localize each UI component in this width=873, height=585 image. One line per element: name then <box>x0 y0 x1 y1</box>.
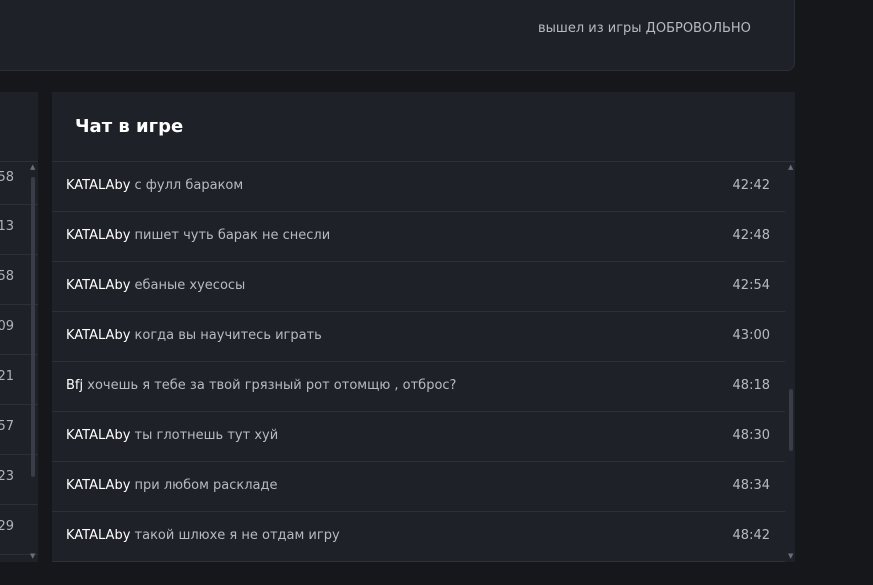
message-time: 48:18 <box>732 378 770 393</box>
chat-message: KATALAby с фулл бараком 42:42 <box>52 162 785 212</box>
message-text: когда вы научитесь играть <box>134 328 322 343</box>
message-time: 48:30 <box>732 428 770 443</box>
chat-message: KATALAby при любом раскладе 48:34 <box>52 462 785 512</box>
message-text: такой шлюхе я не отдам игру <box>134 528 340 543</box>
message-time: 42:54 <box>732 278 770 293</box>
left-row-value: 21 <box>0 369 14 384</box>
chat-scrollbar[interactable]: ▲ ▼ <box>787 162 795 562</box>
left-row-value: 13 <box>0 219 14 234</box>
message-author[interactable]: KATALAby <box>66 478 130 493</box>
left-row-value: 58 <box>0 170 14 185</box>
scroll-down-arrow-icon[interactable]: ▼ <box>30 553 35 560</box>
chat-message-list: KATALAby с фулл бараком 42:42 KATALAby п… <box>52 162 785 562</box>
left-row-value: 58 <box>0 269 14 284</box>
message-time: 43:00 <box>732 328 770 343</box>
message-text: ебаные хуесосы <box>134 278 246 293</box>
message-author[interactable]: KATALAby <box>66 528 130 543</box>
chat-message: KATALAby ебаные хуесосы 42:54 <box>52 262 785 312</box>
chat-scrollbar-thumb[interactable] <box>789 389 793 451</box>
message-time: 42:42 <box>732 178 770 193</box>
chat-message: KATALAby такой шлюхе я не отдам игру 48:… <box>52 512 785 562</box>
scroll-up-arrow-icon[interactable]: ▲ <box>30 164 35 171</box>
left-scrollbar[interactable]: ▲ ▼ <box>30 162 36 562</box>
left-list-panel: 58 13 58 09 21 57 23 29 ▲ ▼ <box>0 92 38 562</box>
chat-title: Чат в игре <box>75 116 184 137</box>
left-panel-header <box>0 92 38 162</box>
message-author[interactable]: KATALAby <box>66 278 130 293</box>
chat-message: KATALAby когда вы научитесь играть 43:00 <box>52 312 785 362</box>
message-time: 48:34 <box>732 478 770 493</box>
chat-message: KATALAby ты глотнешь тут хуй 48:30 <box>52 412 785 462</box>
message-text: хочешь я тебе за твой грязный рот отомщю… <box>87 378 457 393</box>
message-text: при любом раскладе <box>134 478 278 493</box>
chat-message: KATALAby пишет чуть барак не снесли 42:4… <box>52 212 785 262</box>
scroll-up-arrow-icon[interactable]: ▲ <box>788 164 793 171</box>
message-author[interactable]: KATALAby <box>66 328 130 343</box>
scroll-down-arrow-icon[interactable]: ▼ <box>788 553 793 560</box>
left-row-value: 23 <box>0 469 14 484</box>
player-status-panel: вышел из игры ДОБРОВОЛЬНО <box>0 0 795 71</box>
message-author[interactable]: Bfj <box>66 378 83 393</box>
game-chat-panel: Чат в игре KATALAby с фулл бараком 42:42… <box>52 92 795 562</box>
message-text: ты глотнешь тут хуй <box>134 428 279 443</box>
message-text: пишет чуть барак не снесли <box>134 228 331 243</box>
message-text: с фулл бараком <box>134 178 244 193</box>
chat-message: Bfj хочешь я тебе за твой грязный рот от… <box>52 362 785 412</box>
left-row-value: 29 <box>0 519 14 534</box>
left-row-value: 57 <box>0 419 14 434</box>
message-time: 42:48 <box>732 228 770 243</box>
message-time: 48:42 <box>732 528 770 543</box>
left-row-value: 09 <box>0 319 14 334</box>
player-left-note: вышел из игры ДОБРОВОЛЬНО <box>538 21 751 36</box>
message-author[interactable]: KATALAby <box>66 428 130 443</box>
message-author[interactable]: KATALAby <box>66 228 130 243</box>
left-scrollbar-thumb[interactable] <box>31 177 35 477</box>
message-author[interactable]: KATALAby <box>66 178 130 193</box>
chat-header: Чат в игре <box>52 92 795 162</box>
